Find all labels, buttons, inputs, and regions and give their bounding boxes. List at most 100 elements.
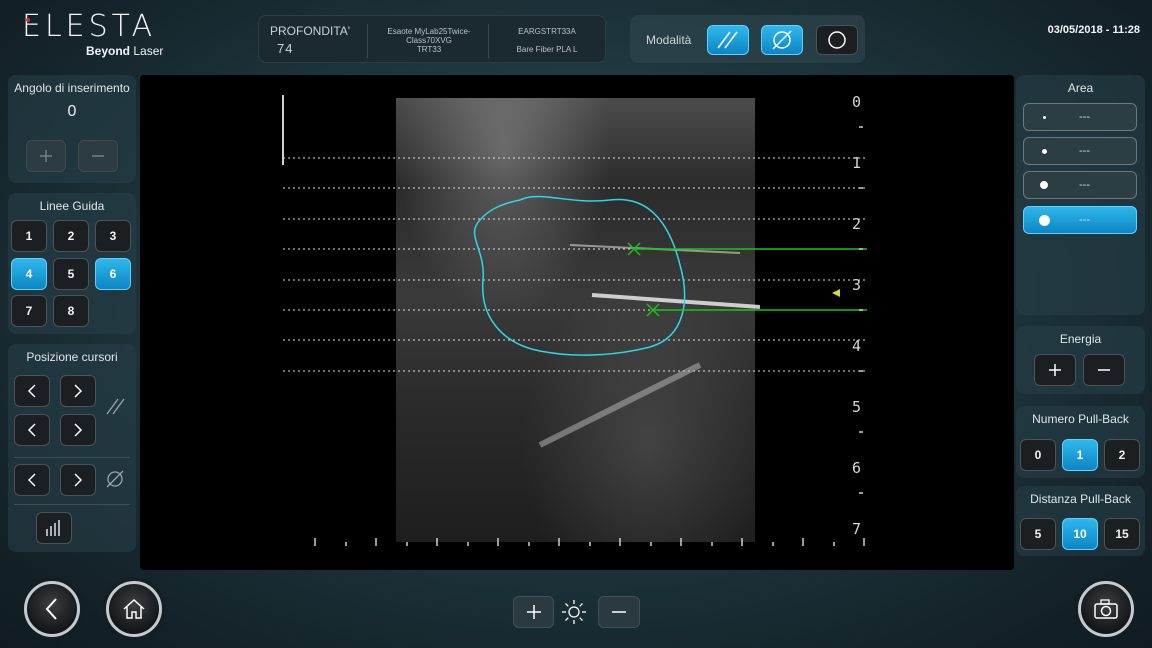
depth-tick-3: 3 bbox=[852, 276, 862, 294]
guide-button-4[interactable]: 4 bbox=[11, 258, 47, 290]
lesion-contour bbox=[473, 195, 686, 356]
mode-label: Modalità bbox=[646, 33, 692, 47]
chevron-left-icon bbox=[27, 384, 36, 398]
fiber-code: EARGSTRT33A bbox=[518, 27, 576, 36]
plus-icon bbox=[526, 605, 541, 619]
divider bbox=[14, 504, 130, 505]
depth-value: 74 bbox=[277, 41, 294, 56]
guide-button-5[interactable]: 5 bbox=[53, 258, 89, 290]
diameter-icon bbox=[772, 30, 792, 50]
mode-parallel-button[interactable] bbox=[707, 25, 749, 55]
area-title: Area bbox=[1067, 81, 1094, 95]
pullback-distance-5[interactable]: 5 bbox=[1020, 518, 1056, 550]
energy-decrease-button[interactable] bbox=[1083, 354, 1125, 386]
area-option-value: --- bbox=[1079, 111, 1090, 123]
cursor-2-left-button[interactable] bbox=[14, 414, 50, 446]
snapshot-button[interactable] bbox=[1078, 581, 1134, 637]
probe-info-box: PROFONDITA' 74 Esaote MyLab25Twice-Class… bbox=[258, 15, 606, 63]
parallel-lines-icon bbox=[106, 398, 125, 415]
guide-button-2[interactable]: 2 bbox=[53, 220, 89, 252]
cursor-1-right-button[interactable] bbox=[60, 375, 96, 407]
energy-increase-button[interactable] bbox=[1034, 354, 1076, 386]
mode-diameter-button[interactable] bbox=[761, 25, 803, 55]
device-name: Esaote MyLab25Twice-Class70XVG bbox=[387, 27, 471, 45]
cursor-2-right-button[interactable] bbox=[60, 414, 96, 446]
pullback-distance-15[interactable]: 15 bbox=[1104, 518, 1140, 550]
cursor-3-left-button[interactable] bbox=[14, 464, 50, 496]
cursor-3-right-button[interactable] bbox=[60, 464, 96, 496]
bar-chart-icon bbox=[46, 520, 60, 536]
pullback-count-0[interactable]: 0 bbox=[1020, 439, 1056, 471]
mode-circle-button[interactable] bbox=[816, 25, 858, 55]
area-option-value: --- bbox=[1079, 214, 1090, 226]
chevron-left-icon bbox=[27, 473, 36, 487]
chevron-left-icon bbox=[27, 423, 36, 437]
size-dot-icon bbox=[1039, 215, 1050, 226]
parallel-lines-icon bbox=[717, 31, 738, 49]
brightness-increase-button[interactable] bbox=[513, 596, 554, 628]
camera-icon bbox=[1094, 599, 1118, 619]
divider bbox=[14, 457, 130, 458]
depth-tick-5: 5 bbox=[852, 398, 862, 416]
depth-minor-ticks bbox=[859, 126, 863, 494]
sun-icon bbox=[562, 600, 586, 624]
pullback-distance-10[interactable]: 10 bbox=[1062, 518, 1098, 550]
guide-button-1[interactable]: 1 bbox=[11, 220, 47, 252]
guide-button-8[interactable]: 8 bbox=[53, 295, 89, 327]
pullback-count-1[interactable]: 1 bbox=[1062, 439, 1098, 471]
fiber-name: Bare Fiber PLA L bbox=[516, 45, 578, 54]
area-option-3[interactable]: --- bbox=[1023, 171, 1137, 199]
depth-tick-6: 6 bbox=[852, 459, 862, 477]
viewer-overlay bbox=[282, 95, 867, 546]
focus-marker bbox=[832, 289, 840, 297]
pullback-count-title: Numero Pull-Back bbox=[1032, 412, 1129, 426]
logo-dot bbox=[26, 18, 30, 22]
size-dot-icon bbox=[1042, 149, 1047, 154]
histogram-button[interactable] bbox=[36, 512, 72, 544]
plus-icon bbox=[40, 150, 52, 162]
angle-panel: Angolo di inserimento 0 bbox=[8, 75, 136, 183]
angle-decrease-button[interactable] bbox=[78, 140, 118, 172]
depth-tick-7: 7 bbox=[852, 520, 862, 538]
depth-tick-4: 4 bbox=[852, 337, 862, 355]
guide-lines bbox=[283, 157, 867, 372]
brightness-decrease-button[interactable] bbox=[598, 596, 640, 628]
minus-icon bbox=[1098, 369, 1110, 371]
minus-icon bbox=[612, 611, 626, 613]
needle-echo bbox=[591, 293, 761, 309]
info-separator bbox=[367, 24, 368, 58]
area-option-value: --- bbox=[1079, 179, 1090, 191]
cursor-panel: Posizione cursori bbox=[8, 344, 136, 552]
depth-tick-1: 1 bbox=[852, 154, 862, 172]
area-option-4[interactable]: --- bbox=[1023, 206, 1137, 234]
mode-selector: Modalità bbox=[630, 15, 865, 63]
minus-icon bbox=[92, 155, 104, 157]
info-separator bbox=[488, 24, 489, 58]
brand-tagline: Beyond Laser bbox=[86, 44, 163, 58]
datetime: 03/05/2018 - 11:28 bbox=[1047, 24, 1140, 36]
tagline-bold: Beyond bbox=[86, 44, 131, 58]
angle-title: Angolo di inserimento bbox=[14, 81, 130, 95]
home-icon bbox=[123, 598, 145, 619]
chevron-right-icon bbox=[74, 384, 83, 398]
area-option-1[interactable]: --- bbox=[1023, 103, 1137, 131]
chevron-left-icon bbox=[45, 598, 57, 620]
pullback-count-panel: Numero Pull-Back 0 1 2 bbox=[1016, 406, 1145, 478]
guide-button-6[interactable]: 6 bbox=[95, 258, 131, 290]
plus-icon bbox=[1049, 364, 1061, 376]
area-option-2[interactable]: --- bbox=[1023, 137, 1137, 165]
guide-button-7[interactable]: 7 bbox=[11, 295, 47, 327]
pullback-count-2[interactable]: 2 bbox=[1104, 439, 1140, 471]
chevron-right-icon bbox=[74, 423, 83, 437]
guide-button-3[interactable]: 3 bbox=[95, 220, 131, 252]
depth-label: PROFONDITA' bbox=[270, 24, 351, 38]
energy-title: Energia bbox=[1059, 332, 1102, 346]
cursor-1-left-button[interactable] bbox=[14, 375, 50, 407]
size-dot-icon bbox=[1040, 181, 1048, 189]
home-button[interactable] bbox=[106, 581, 162, 637]
ultrasound-viewer[interactable]: 0 1 2 3 4 5 6 7 bbox=[140, 75, 1014, 570]
angle-increase-button[interactable] bbox=[26, 140, 66, 172]
back-button[interactable] bbox=[24, 581, 80, 637]
energy-panel: Energia bbox=[1016, 326, 1145, 394]
bottom-ticks bbox=[314, 538, 865, 546]
